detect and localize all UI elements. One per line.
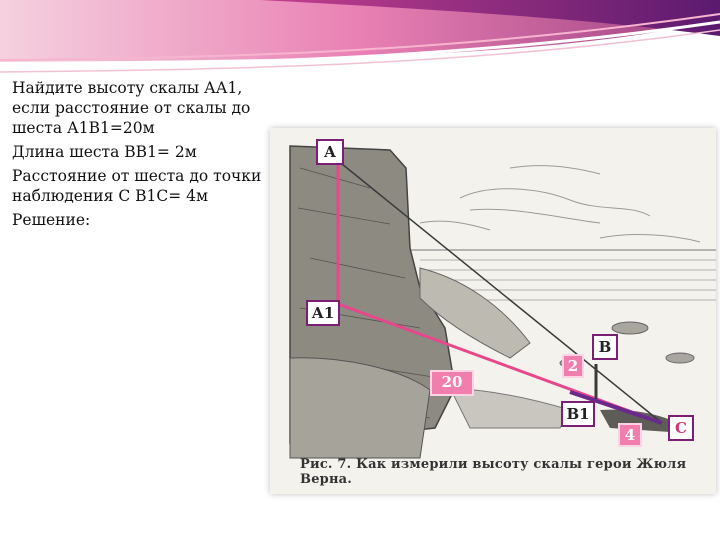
problem-text-1: Найдите высоту скалы АА1, если расстояни… [12,79,251,137]
problem-text-2: Длина шеста ВВ1= 2м [12,143,197,161]
label-b1: В1 [561,401,595,427]
base-value: 4 [618,423,642,447]
figure-panel: А А1 В В1 С 2 20 4 [270,128,716,494]
pole-height-value: 2 [562,354,584,378]
label-c: С [668,415,694,441]
decorative-banner [0,0,720,80]
label-a1: А1 [306,300,340,326]
problem-text-4: Решение: [12,211,91,229]
label-b: В [592,334,618,360]
problem-text-3: Расстояние от шеста до точки наблюдения … [12,167,262,205]
distance-value: 20 [430,370,474,396]
problem-statement: Найдите высоту скалы АА1, если расстояни… [12,78,262,234]
figure-caption: Рис. 7. Как измерили высоту скалы герои … [300,457,687,487]
label-a: А [316,139,344,165]
